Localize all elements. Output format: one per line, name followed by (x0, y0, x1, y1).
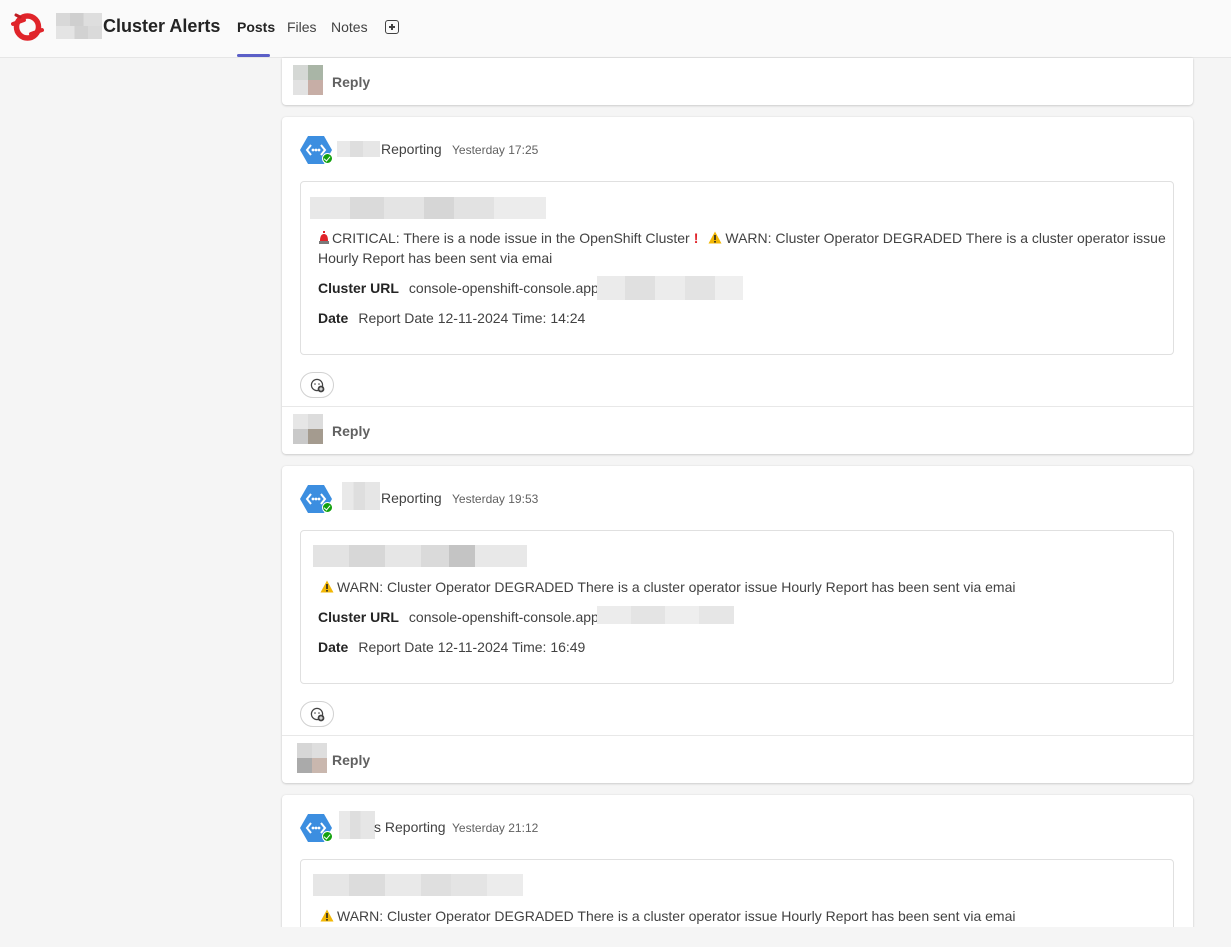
sender-prefix: s (374, 819, 381, 835)
card-title-redacted (313, 545, 527, 567)
date-label: Date (318, 310, 349, 326)
emoji-add-icon (310, 378, 325, 393)
post-card: Reply (282, 58, 1193, 105)
tab-files[interactable]: Files (287, 19, 317, 35)
presence-available-icon (322, 153, 333, 164)
post-card: s Reporting Yesterday 21:12 WARN: Cluste… (282, 795, 1193, 947)
sender-label: Reporting (384, 819, 446, 835)
avatar (297, 743, 327, 773)
presence-available-icon (322, 502, 333, 513)
cluster-url-value[interactable]: console-openshift-console.apps (409, 280, 606, 296)
emoji-add-icon (310, 707, 325, 722)
presence-available-icon (322, 831, 333, 842)
date-row: Date Report Date 12-11-2024 Time: 14:24 (318, 310, 585, 326)
reply-row[interactable]: Reply (282, 58, 1193, 105)
reply-button[interactable]: Reply (332, 752, 370, 768)
url-redacted (597, 606, 734, 624)
alert-text: CRITICAL: There is a node issue in the O… (318, 230, 1166, 246)
warn-alert-text: WARN: Cluster Operator DEGRADED There is… (725, 230, 1166, 246)
tab-posts[interactable]: Posts (237, 19, 275, 35)
adaptive-card: WARN: Cluster Operator DEGRADED There is… (300, 530, 1174, 684)
exclamation-icon: ! (693, 230, 699, 246)
warning-icon (708, 231, 722, 244)
siren-icon (319, 231, 329, 244)
channel-header: Cluster Alerts Posts Files Notes (0, 0, 1231, 58)
cluster-url-label: Cluster URL (318, 280, 399, 296)
reply-button[interactable]: Reply (332, 423, 370, 439)
sender-name[interactable]: s Reporting (374, 819, 446, 835)
sender-name-redacted (337, 141, 380, 157)
team-avatar (56, 13, 102, 39)
viewport-bottom-edge (0, 927, 1231, 947)
reply-button[interactable]: Reply (332, 74, 370, 90)
add-reaction-button[interactable] (300, 372, 334, 398)
add-reaction-button[interactable] (300, 701, 334, 727)
warn-alert-text: WARN: Cluster Operator DEGRADED There is… (337, 579, 1016, 595)
alert-text: WARN: Cluster Operator DEGRADED There is… (320, 908, 1016, 924)
cluster-url-row: Cluster URL console-openshift-console.app… (318, 280, 606, 296)
cluster-url-row: Cluster URL console-openshift-console.app… (318, 609, 606, 625)
date-row: Date Report Date 12-11-2024 Time: 16:49 (318, 639, 585, 655)
sender-name-redacted (342, 482, 380, 510)
date-value: Report Date 12-11-2024 Time: 16:49 (358, 639, 586, 655)
avatar (293, 414, 323, 444)
critical-alert-text: CRITICAL: There is a node issue in the O… (332, 230, 690, 246)
timestamp: Yesterday 19:53 (452, 492, 539, 506)
sender-name[interactable]: Reporting (381, 490, 442, 506)
cluster-url-value[interactable]: console-openshift-console.apps (409, 609, 606, 625)
alert-text: WARN: Cluster Operator DEGRADED There is… (320, 579, 1016, 595)
warning-icon (320, 909, 334, 922)
reply-row[interactable]: Reply (282, 406, 1193, 453)
url-redacted (597, 276, 743, 300)
post-card: Reporting Yesterday 19:53 WARN: Cluster … (282, 466, 1193, 783)
add-tab-icon[interactable] (385, 20, 399, 34)
warning-icon (320, 580, 334, 593)
reply-row[interactable]: Reply (282, 735, 1193, 782)
timestamp: Yesterday 21:12 (452, 821, 539, 835)
card-title-redacted (310, 197, 546, 219)
date-value: Report Date 12-11-2024 Time: 14:24 (358, 310, 586, 326)
avatar (293, 65, 323, 95)
adaptive-card: CRITICAL: There is a node issue in the O… (300, 181, 1174, 355)
channel-title: Cluster Alerts (103, 16, 221, 36)
sender-name[interactable]: Reporting (381, 141, 442, 157)
card-title-redacted (313, 874, 523, 896)
sender-name-redacted (339, 811, 375, 839)
post-card: Reporting Yesterday 17:25 CRITICAL: Ther… (282, 117, 1193, 454)
timestamp: Yesterday 17:25 (452, 143, 539, 157)
openshift-logo-icon (11, 13, 44, 41)
warn-alert-text: WARN: Cluster Operator DEGRADED There is… (337, 908, 1016, 924)
alert-tail-text: Hourly Report has been sent via emai (318, 250, 553, 266)
active-tab-indicator (237, 54, 270, 57)
tab-notes[interactable]: Notes (331, 19, 368, 35)
cluster-url-label: Cluster URL (318, 609, 399, 625)
date-label: Date (318, 639, 349, 655)
